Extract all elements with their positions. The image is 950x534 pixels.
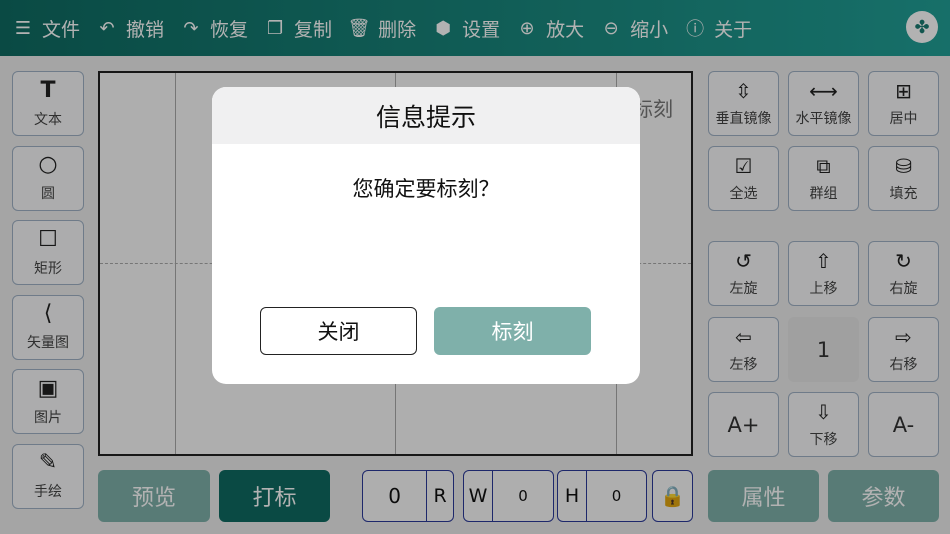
confirm-mark-button[interactable]: 标刻 [434,307,591,355]
confirm-dialog: 信息提示 您确定要标刻？ 关闭 标刻 [212,87,640,384]
dialog-title: 信息提示 [212,87,640,144]
dialog-message: 您确定要标刻？ [352,177,500,201]
close-button[interactable]: 关闭 [260,307,417,355]
